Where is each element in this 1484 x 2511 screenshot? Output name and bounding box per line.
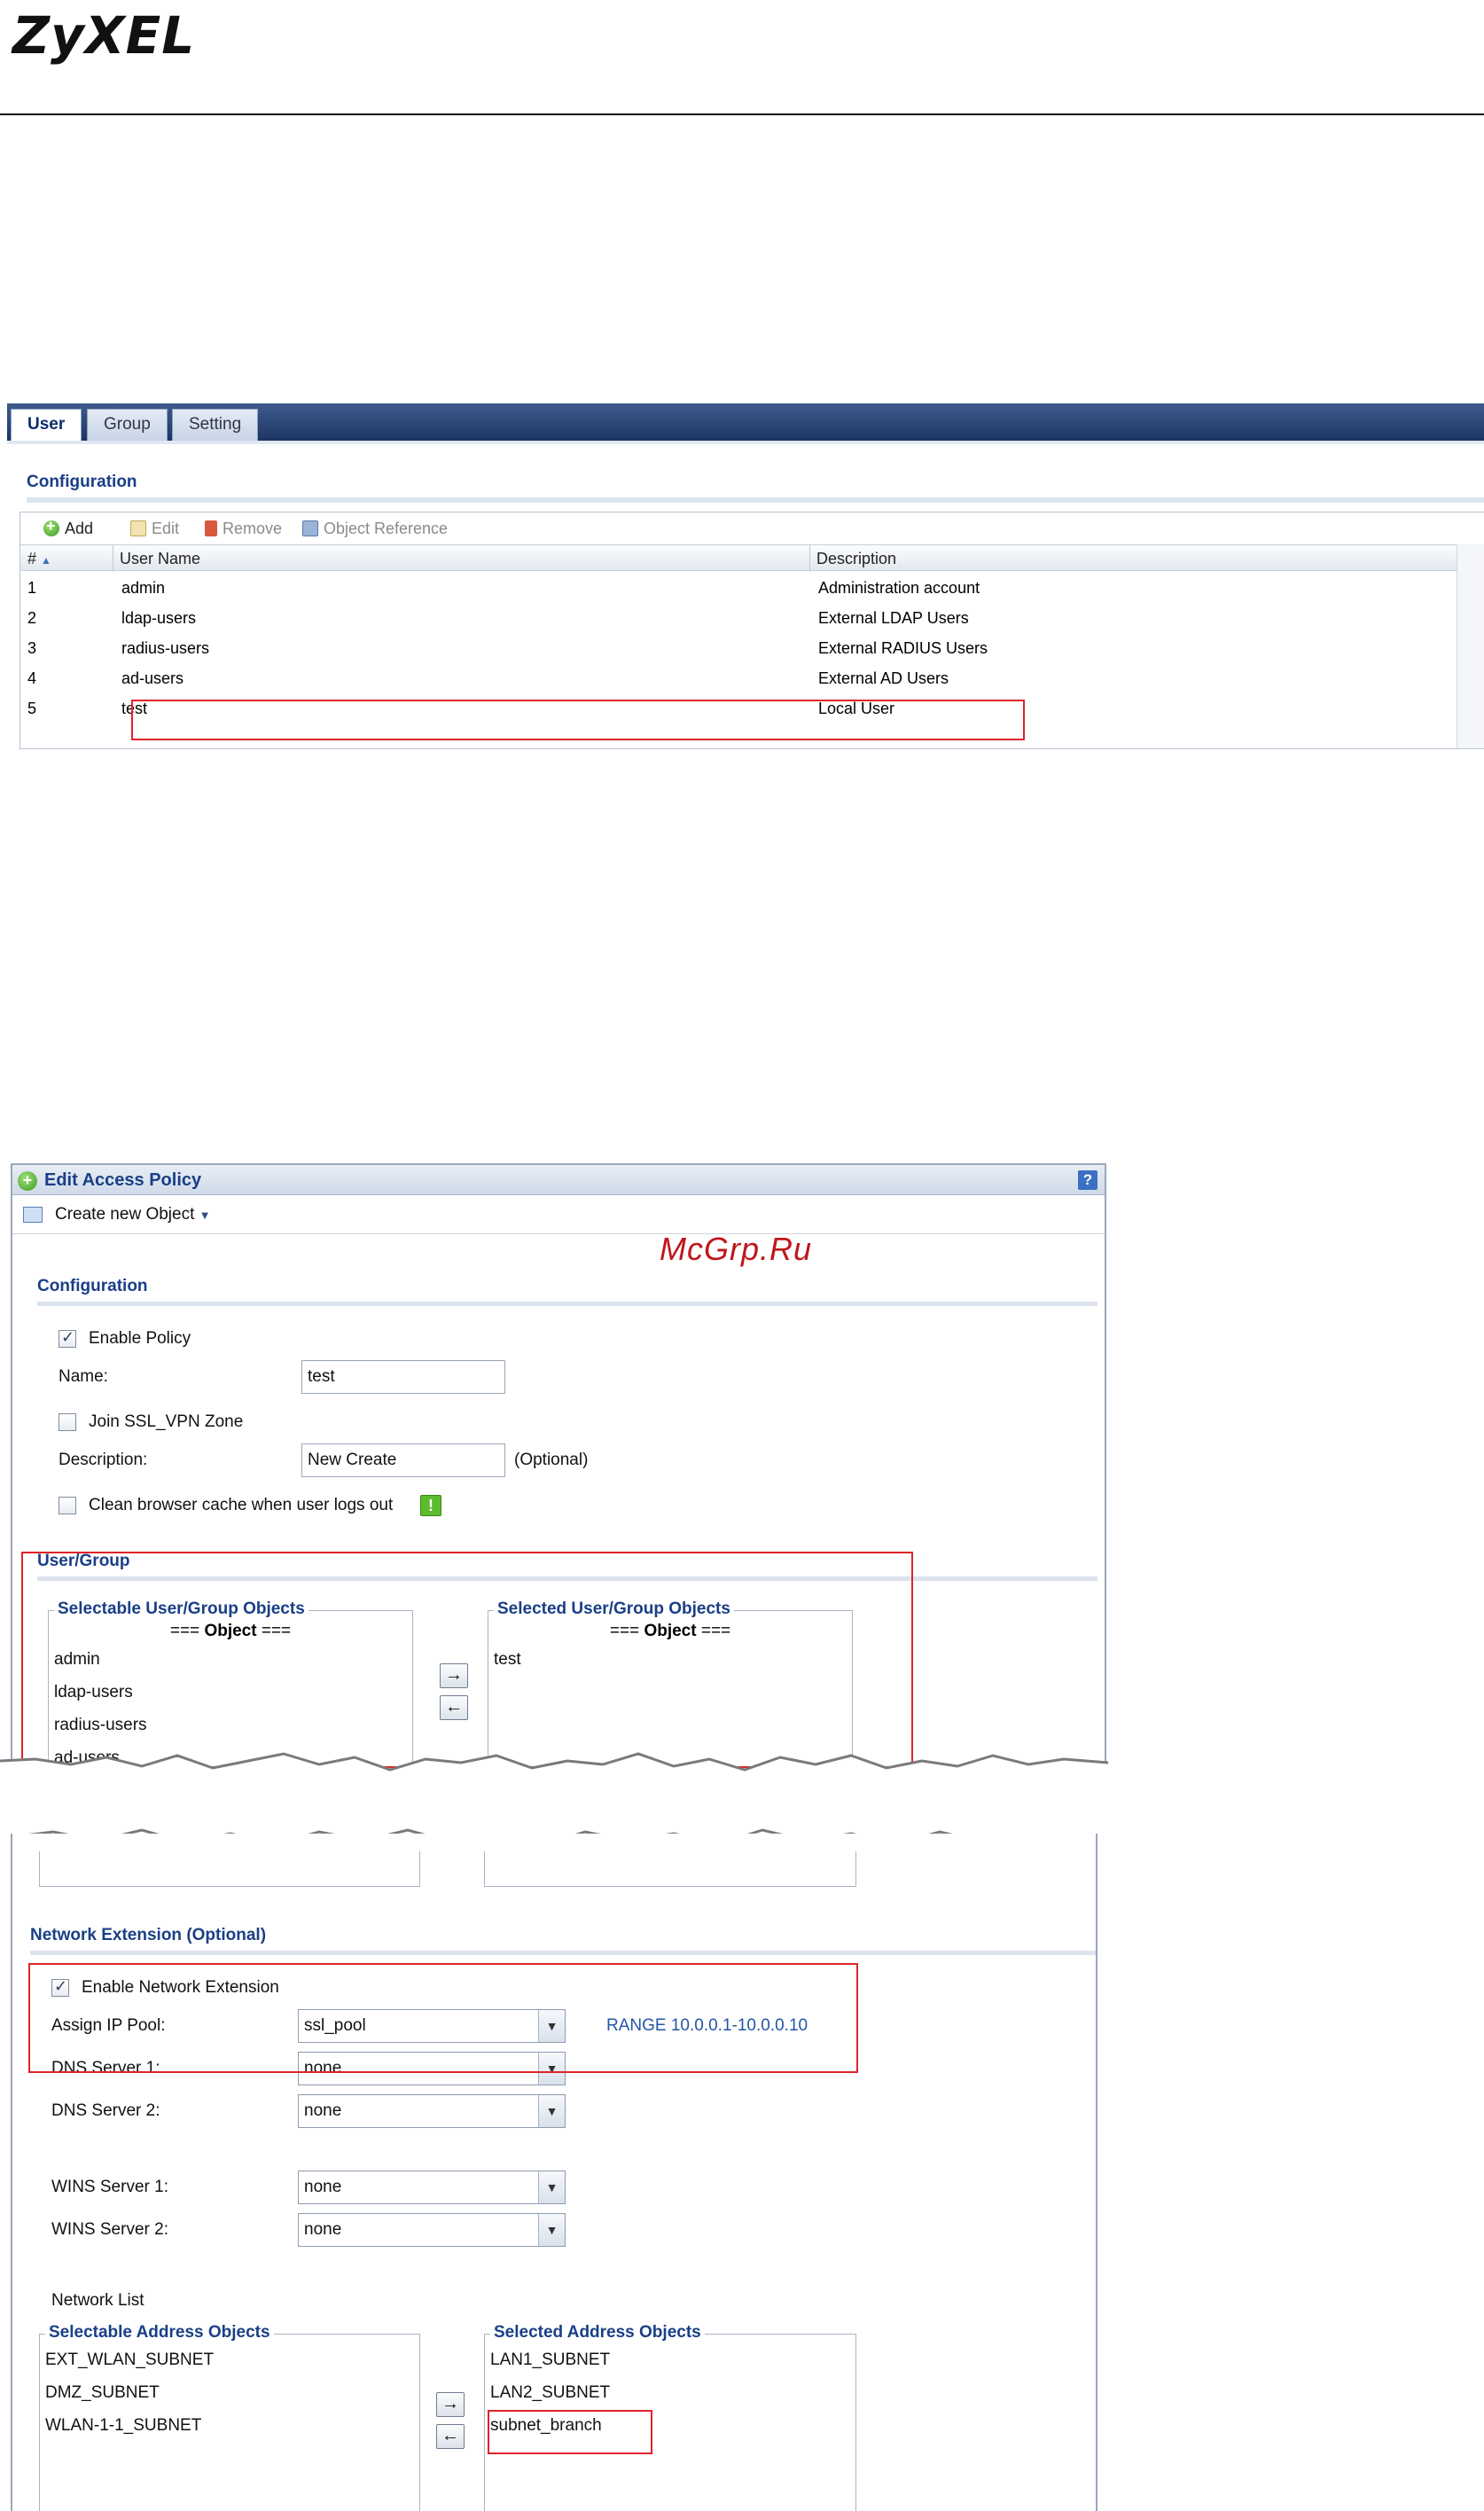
object-icon: [23, 1207, 43, 1223]
row-description: External RADIUS Users: [818, 639, 988, 657]
selected-address-caption: Selected Address Objects: [490, 2323, 705, 2343]
wins-server-1-label: WINS Server 1:: [51, 2178, 168, 2196]
column-separator: [809, 545, 810, 572]
network-extension-panel: Network Extension (Optional) Enable Netw…: [11, 1834, 1097, 2511]
section-divider: [37, 1302, 1097, 1306]
remove-button[interactable]: Remove: [205, 520, 282, 538]
enable-policy-label: Enable Policy: [89, 1329, 191, 1348]
edit-icon: [130, 520, 146, 536]
row-username: radius-users: [121, 639, 210, 657]
table-header: # ▲ User Name Description: [20, 544, 1457, 572]
wins-server-1-select[interactable]: none ▼: [298, 2171, 566, 2204]
user-list-screenshot: User Group Setting Configuration Add Edi…: [7, 403, 1484, 749]
chevron-down-icon: ▼: [538, 2095, 565, 2127]
list-box-fragment: [484, 1851, 856, 1887]
wins-server-2-label: WINS Server 2:: [51, 2220, 168, 2239]
table-row[interactable]: 3 radius-users External RADIUS Users: [20, 633, 1457, 663]
row-number: 4: [27, 669, 37, 687]
help-icon[interactable]: ?: [1078, 1170, 1097, 1190]
zyxel-logo: ZyXEL: [12, 5, 196, 66]
add-button[interactable]: Add: [43, 517, 93, 538]
section-divider: [27, 497, 1484, 503]
add-policy-icon: +: [18, 1171, 37, 1191]
optional-note: (Optional): [514, 1451, 589, 1469]
clean-cache-label: Clean browser cache when user logs out: [89, 1496, 394, 1514]
wins-server-2-select[interactable]: none ▼: [298, 2213, 566, 2247]
table-row[interactable]: 4 ad-users External AD Users: [20, 663, 1457, 693]
list-item[interactable]: LAN2_SUBNET: [490, 2383, 610, 2403]
list-item[interactable]: DMZ_SUBNET: [45, 2383, 160, 2403]
row-number: 2: [27, 609, 37, 627]
row-description: External LDAP Users: [818, 609, 969, 627]
tab-bar: User Group Setting: [7, 403, 1484, 441]
join-ssl-vpn-checkbox[interactable]: [59, 1413, 76, 1431]
trash-icon: [205, 520, 217, 536]
list-item[interactable]: WLAN-1-1_SUBNET: [45, 2416, 201, 2436]
configuration-title: Configuration: [27, 473, 137, 491]
sort-asc-icon: ▲: [41, 554, 51, 567]
name-label: Name:: [59, 1367, 108, 1386]
create-new-object-label: Create new Object: [55, 1205, 195, 1224]
row-username: admin: [121, 579, 166, 597]
description-input[interactable]: New Create: [301, 1443, 505, 1477]
add-icon: [43, 517, 59, 536]
remove-address-button[interactable]: ←: [436, 2424, 465, 2449]
network-list-label: Network List: [51, 2291, 144, 2310]
highlight-box-subnet-branch: [488, 2410, 652, 2454]
dialog-title: Edit Access Policy: [44, 1170, 202, 1190]
edit-access-policy-dialog: + Edit Access Policy ? Create new Object…: [11, 1163, 1106, 1768]
row-number: 1: [27, 579, 37, 597]
create-new-object-menu[interactable]: Create new Object ▼: [12, 1195, 1105, 1234]
chevron-down-icon: ▼: [538, 2171, 565, 2203]
selectable-address-caption: Selectable Address Objects: [45, 2323, 274, 2343]
clean-cache-checkbox[interactable]: [59, 1497, 76, 1514]
dialog-title-bar: + Edit Access Policy ?: [12, 1165, 1105, 1195]
selectable-address-list[interactable]: Selectable Address Objects EXT_WLAN_SUBN…: [39, 2323, 420, 2511]
row-description: External AD Users: [818, 669, 949, 687]
join-ssl-vpn-label: Join SSL_VPN Zone: [89, 1412, 244, 1431]
highlight-box-user-group: [21, 1552, 913, 1768]
watermark: McGrp.Ru: [660, 1231, 813, 1267]
row-description: Administration account: [818, 579, 980, 597]
column-header-number[interactable]: # ▲: [27, 550, 51, 568]
list-item[interactable]: EXT_WLAN_SUBNET: [45, 2351, 214, 2370]
row-username: ad-users: [121, 669, 184, 687]
dns-server-2-label: DNS Server 2:: [51, 2101, 160, 2120]
header-divider: [0, 113, 1484, 115]
column-header-description[interactable]: Description: [816, 550, 896, 568]
row-number: 5: [27, 700, 37, 717]
row-username: ldap-users: [121, 609, 197, 627]
table-row[interactable]: 2 ldap-users External LDAP Users: [20, 603, 1457, 633]
info-icon[interactable]: !: [420, 1495, 441, 1516]
highlight-box-test-user: [131, 700, 1025, 740]
edit-button[interactable]: Edit: [130, 520, 179, 538]
chevron-down-icon: ▼: [538, 2214, 565, 2246]
description-label: Description:: [59, 1451, 148, 1469]
tab-user[interactable]: User: [11, 409, 82, 441]
section-divider: [30, 1951, 1096, 1955]
table-row[interactable]: 1 admin Administration account: [20, 573, 1457, 603]
table-scrollbar[interactable]: [1457, 544, 1484, 748]
table-toolbar: Add Edit Remove Object Reference: [20, 512, 1484, 544]
list-box-fragment: [39, 1851, 420, 1887]
highlight-box-network-extension: [28, 1963, 858, 2073]
tab-group[interactable]: Group: [87, 409, 168, 441]
column-header-username[interactable]: User Name: [120, 550, 200, 568]
list-item[interactable]: LAN1_SUBNET: [490, 2351, 610, 2370]
configuration-title: Configuration: [37, 1277, 148, 1295]
enable-policy-checkbox[interactable]: [59, 1328, 76, 1348]
dropdown-arrow-icon: ▼: [199, 1209, 211, 1222]
add-address-button[interactable]: →: [436, 2392, 465, 2417]
object-reference-button[interactable]: Object Reference: [302, 520, 448, 538]
row-number: 3: [27, 639, 37, 657]
network-extension-title: Network Extension (Optional): [30, 1926, 267, 1944]
dns-server-2-select[interactable]: none ▼: [298, 2094, 566, 2128]
reference-icon: [302, 520, 318, 536]
tab-underline: [7, 441, 1484, 444]
name-input[interactable]: test: [301, 1360, 505, 1394]
tab-setting[interactable]: Setting: [172, 409, 259, 441]
